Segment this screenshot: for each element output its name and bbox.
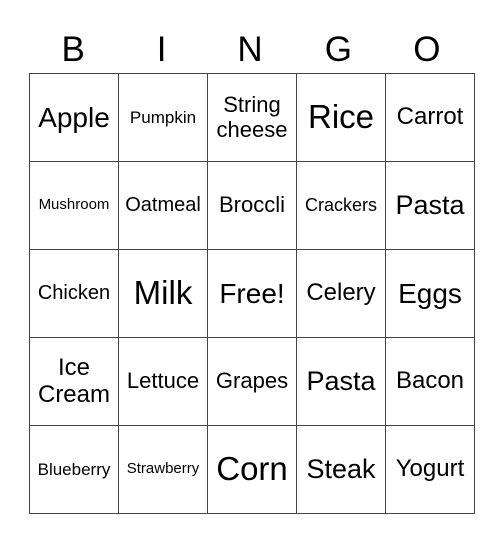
bingo-row: Ice Cream Lettuce Grapes Pasta Bacon (29, 337, 475, 426)
bingo-row: Apple Pumpkin String cheese Rice Carrot (29, 73, 475, 162)
bingo-cell[interactable]: Blueberry (29, 425, 119, 514)
bingo-cell[interactable]: Milk (118, 249, 208, 338)
bingo-row: Chicken Milk Free! Celery Eggs (29, 249, 475, 338)
bingo-cell[interactable]: Oatmeal (118, 161, 208, 250)
bingo-cell[interactable]: String cheese (207, 73, 297, 162)
bingo-cell[interactable]: Bacon (385, 337, 475, 426)
bingo-card: Apple Pumpkin String cheese Rice Carrot … (29, 73, 475, 514)
bingo-cell[interactable]: Corn (207, 425, 297, 514)
header-letter-b: B (61, 30, 85, 69)
header-letter-g: G (324, 30, 353, 69)
free-space[interactable]: Free! (207, 249, 297, 338)
bingo-cell[interactable]: Carrot (385, 73, 475, 162)
bingo-cell[interactable]: Strawberry (118, 425, 208, 514)
bingo-cell[interactable]: Rice (296, 73, 386, 162)
bingo-cell[interactable]: Celery (296, 249, 386, 338)
bingo-cell[interactable]: Yogurt (385, 425, 475, 514)
bingo-cell[interactable]: Chicken (29, 249, 119, 338)
bingo-row: Mushroom Oatmeal Broccli Crackers Pasta (29, 161, 475, 250)
bingo-cell[interactable]: Crackers (296, 161, 386, 250)
bingo-cell[interactable]: Lettuce (118, 337, 208, 426)
bingo-cell[interactable]: Steak (296, 425, 386, 514)
bingo-cell[interactable]: Apple (29, 73, 119, 162)
bingo-header: B I N G O (29, 28, 471, 72)
bingo-cell[interactable]: Eggs (385, 249, 475, 338)
bingo-cell[interactable]: Broccli (207, 161, 297, 250)
bingo-cell[interactable]: Pasta (296, 337, 386, 426)
header-letter-n: N (237, 30, 263, 69)
bingo-cell[interactable]: Pumpkin (118, 73, 208, 162)
bingo-cell[interactable]: Mushroom (29, 161, 119, 250)
bingo-cell[interactable]: Pasta (385, 161, 475, 250)
bingo-cell[interactable]: Ice Cream (29, 337, 119, 426)
header-letter-o: O (413, 30, 441, 69)
header-letter-i: I (156, 30, 167, 69)
bingo-cell[interactable]: Grapes (207, 337, 297, 426)
bingo-row: Blueberry Strawberry Corn Steak Yogurt (29, 425, 475, 514)
